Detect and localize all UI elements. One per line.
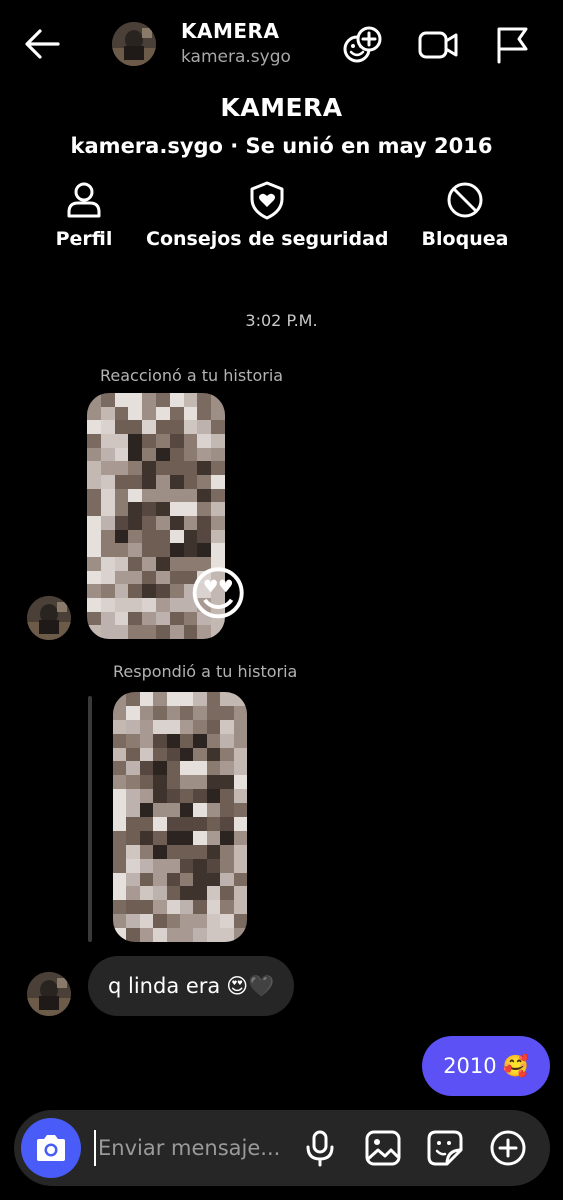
report-button[interactable] (493, 22, 533, 66)
profile-name: KAMERA (220, 93, 343, 122)
story-reaction-note: Reaccionó a tu historia (100, 366, 284, 385)
camera-button[interactable] (21, 1118, 81, 1178)
gallery-button[interactable] (363, 1128, 403, 1168)
safety-tips-button[interactable]: Consejos de seguridad (146, 180, 389, 250)
reply-quote-bar (88, 696, 92, 942)
profile-action-button[interactable]: Perfil (38, 180, 130, 250)
header-avatar[interactable] (112, 22, 156, 66)
sticker-button[interactable] (425, 1128, 465, 1168)
timestamp: 3:02 P.M. (245, 311, 318, 330)
video-call-icon (418, 31, 458, 59)
gallery-icon (365, 1130, 401, 1166)
video-call-button[interactable] (417, 22, 458, 66)
outgoing-message-emoji: 🥰 (502, 1053, 529, 1078)
add-people-button[interactable] (342, 22, 382, 66)
story-reply-note: Respondió a tu historia (113, 662, 298, 681)
add-people-icon (343, 26, 382, 63)
block-icon (447, 182, 483, 218)
incoming-message-emoji: 😍🖤 (226, 973, 275, 998)
sender-avatar[interactable] (27, 596, 71, 640)
incoming-message-bubble[interactable]: q linda era 😍🖤 (88, 956, 295, 1016)
message-input[interactable] (94, 1130, 298, 1166)
back-button[interactable] (20, 22, 64, 66)
profile-subtitle: kamera.sygo · Se unió en may 2016 (70, 134, 493, 158)
flag-icon (497, 27, 528, 64)
reaction-emoji: 😍 (188, 560, 249, 628)
arrow-left-icon (25, 29, 60, 59)
replied-story-thumbnail[interactable] (113, 692, 247, 942)
more-options-button[interactable] (488, 1128, 528, 1168)
header-username[interactable]: kamera.sygo (181, 47, 291, 67)
safety-tips-label: Consejos de seguridad (146, 228, 389, 250)
person-icon (67, 182, 101, 218)
header-name[interactable]: KAMERA (181, 19, 279, 43)
camera-icon (37, 1135, 65, 1161)
incoming-message-text: q linda era (108, 974, 221, 998)
profile-action-label: Perfil (55, 228, 113, 250)
shield-heart-icon (250, 181, 284, 220)
sender-avatar[interactable] (27, 972, 71, 1016)
block-label: Bloquea (421, 228, 509, 250)
outgoing-message-text: 2010 (443, 1054, 497, 1078)
voice-message-button[interactable] (300, 1128, 340, 1168)
block-button[interactable]: Bloquea (420, 180, 510, 250)
outgoing-message-bubble[interactable]: 2010 🥰 (422, 1036, 550, 1096)
sticker-icon (427, 1130, 463, 1166)
microphone-icon (306, 1130, 334, 1167)
plus-circle-icon (490, 1130, 526, 1166)
